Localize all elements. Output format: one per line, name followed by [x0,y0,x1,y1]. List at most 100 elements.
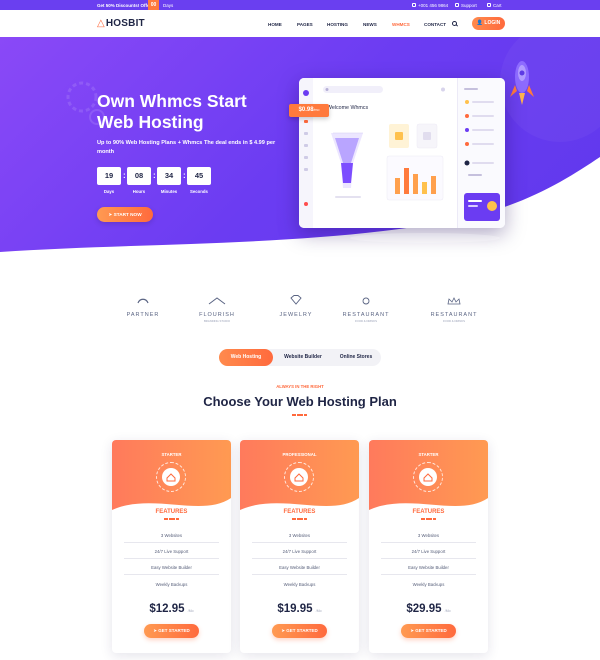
restaurant-crown-icon [447,297,461,305]
plan-feature: 3 Websites [288,533,311,538]
start-now-button[interactable]: ➤ START NOW [97,207,153,222]
price-value: $29.95 [406,603,442,615]
dashboard-welcome-text: Welcome Whmcs [327,105,369,111]
dashboard-price: $0.98 [298,107,314,113]
phone-link[interactable]: +001 456 9864 [412,3,448,8]
countdown-days-value: 19 [97,167,121,185]
cart-icon [487,3,491,7]
support-link[interactable]: Support [455,3,477,8]
features-divider [292,518,308,520]
countdown-hours-label: Hours [132,189,146,194]
login-label: LOGIN [484,20,501,26]
brand-sub: FOOD & DRINKS [354,319,378,323]
partner-logo-icon [137,298,149,304]
dashboard-sidebar [299,78,313,228]
cart-label: Cart [493,2,502,8]
dashboard-right-panel [457,78,505,228]
nav-item-hosting[interactable]: HOSTING [327,22,348,27]
support-label: Support [461,2,477,8]
tab-website-builder[interactable]: Website Builder [275,349,331,366]
flourish-logo-icon [208,297,226,305]
features-divider [421,518,437,520]
nav-item-news[interactable]: NEWS [363,22,377,27]
countdown-seconds-value: 45 [187,167,211,185]
plan-feature: Weekly Backups [155,582,188,587]
brand-logo-restaurant-1: RESTAURANT FOOD & DRINKS [338,292,394,323]
brand-logo-flourish: FLOURISH BRANDING STUDIO [192,292,242,323]
price-value: $19.95 [277,603,313,615]
countdown-days-label: Days [103,189,115,194]
search-icon[interactable] [452,20,457,26]
plan-feature: Weekly Backups [283,582,316,587]
plan-price: $12.95 /Mo [112,603,231,615]
plan-feature: 24/7 Live Support [411,549,446,554]
dashboard-mockup: Welcome Whmcs [299,78,505,228]
plan-feature: Weekly Backups [412,582,445,587]
plan-name: STARTER [418,452,439,457]
plan-price: $19.95 /Mo [240,603,359,615]
hosting-type-tabs: Web Hosting Website Builder Online Store… [219,349,381,366]
brand-name: JEWELRY [279,312,313,318]
plan-card-starter-2: STARTER FEATURES 3 Websites 24/7 Live Su… [369,440,488,653]
nav-item-pages[interactable]: PAGES [297,22,313,27]
countdown-minutes-label: Minutes [160,189,178,194]
phone-number: +001 456 9864 [418,2,449,8]
plan-feature: Easy Website Builder [151,565,192,570]
brand-sub: BRANDING STUDIO [203,319,231,323]
feature-divider [124,542,219,543]
brand-logo-partner: PARTNER [118,292,168,319]
plan-icon-ring [413,462,443,492]
feature-divider [124,558,219,559]
feature-divider [381,558,476,559]
nav-item-home[interactable]: HOME [268,22,282,27]
brand-name: FLOURISH [199,312,235,318]
get-started-button[interactable]: ➤ GET STARTED [144,624,199,638]
section-title: Choose Your Web Hosting Plan [203,394,397,409]
dashboard-price-tag: $0.98/mo [289,104,329,117]
plan-name: STARTER [161,452,182,457]
countdown-separator: : [153,171,156,180]
tab-web-hosting[interactable]: Web Hosting [219,349,273,366]
login-button[interactable]: 👤 LOGIN [472,17,505,30]
logo-text: HOSBIT [105,18,145,29]
countdown-separator: : [183,171,186,180]
features-title: FEATURES [283,509,316,515]
nav-item-whmcs[interactable]: WHMCS [392,22,410,27]
main-navbar: △HOSBIT HOME PAGES HOSTING NEWS WHMCS CO… [0,10,600,37]
get-started-label: GET STARTED [415,628,447,633]
plan-name: PROFESSIONAL [282,452,317,457]
offer-days-label: Days [163,2,174,8]
nav-item-contact[interactable]: CONTACT [424,22,446,27]
offer-text: Get 50% Discounts! Offer [97,2,152,8]
tab-online-stores[interactable]: Online Stores [331,349,381,366]
countdown-separator: : [123,171,126,180]
brand-logo-jewelry: JEWELRY [274,292,318,319]
hero-title: Own Whmcs Start Web Hosting [97,91,247,132]
cart-link[interactable]: Cart [487,3,502,8]
brand-logo-restaurant-2: RESTAURANT FOOD & DRINKS [428,292,480,323]
get-started-button[interactable]: ➤ GET STARTED [272,624,327,638]
price-period: /Mo [187,609,194,613]
feature-divider [124,574,219,575]
plan-feature: 24/7 Live Support [282,549,317,554]
home-icon [162,468,180,486]
plan-card-professional: PROFESSIONAL FEATURES 3 Websites 24/7 Li… [240,440,359,653]
feature-divider [381,542,476,543]
countdown-seconds-label: Seconds [190,189,208,194]
chat-icon [455,3,459,7]
dashboard-price-unit: /mo [313,108,320,112]
get-started-label: GET STARTED [158,628,190,633]
plan-feature: 3 Websites [417,533,440,538]
get-started-button[interactable]: ➤ GET STARTED [401,624,456,638]
features-divider [164,518,180,520]
get-started-label: GET STARTED [286,628,318,633]
hero-subtitle: Up to 90% Web Hosting Plans + Whmcs The … [97,140,276,155]
plan-feature: 24/7 Live Support [154,549,189,554]
feature-divider [381,574,476,575]
site-logo[interactable]: △HOSBIT [97,18,145,29]
feature-divider [252,574,347,575]
plan-feature: Easy Website Builder [279,565,320,570]
title-divider [292,414,308,416]
brand-sub: FOOD & DRINKS [442,319,466,323]
countdown-minutes-value: 34 [157,167,181,185]
